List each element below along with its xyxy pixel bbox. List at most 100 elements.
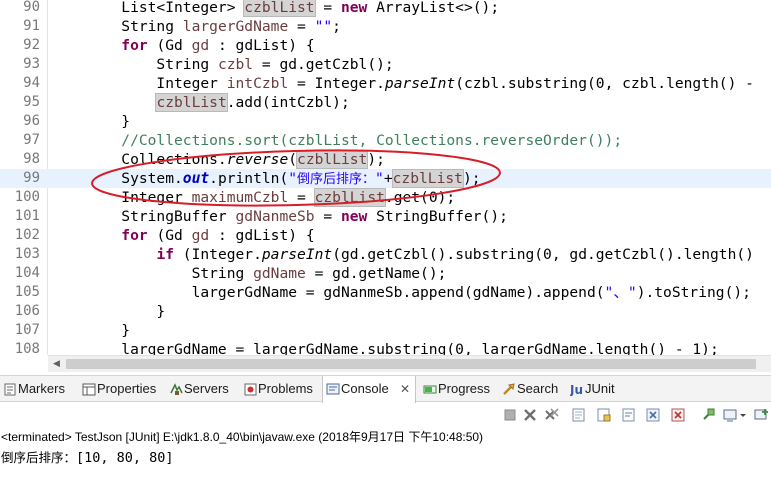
code-token: czblList <box>296 150 369 169</box>
code-line-text[interactable]: Collections.reverse(czblList); <box>51 150 385 169</box>
code-line[interactable]: 107 } <box>0 321 771 340</box>
code-token: Integer <box>51 75 227 92</box>
line-number: 90 <box>23 0 40 15</box>
scroll-left-arrow-icon[interactable]: ◀ <box>48 356 65 372</box>
code-line-text[interactable]: for (Gd gd : gdList) { <box>51 36 314 55</box>
tab-properties[interactable]: Properties <box>79 376 165 402</box>
code-editor[interactable]: 90 List<Integer> czblList = new ArrayLis… <box>0 0 771 355</box>
show-when-stdout-icon[interactable] <box>645 407 661 423</box>
problems-icon <box>244 383 257 396</box>
code-token: List<Integer> <box>51 0 245 16</box>
open-console-icon[interactable] <box>754 407 770 423</box>
code-line[interactable]: 108 largerGdName = largerGdName.substrin… <box>0 340 771 355</box>
code-token: (Gd <box>147 37 192 54</box>
code-line-text[interactable]: if (Integer.parseInt(gd.getCzbl().substr… <box>51 245 754 264</box>
code-token: String <box>51 56 218 73</box>
code-line-text[interactable]: } <box>51 321 130 340</box>
code-line[interactable]: 101 StringBuffer gdNanmeSb = new StringB… <box>0 207 771 226</box>
code-line[interactable]: 102 for (Gd gd : gdList) { <box>0 226 771 245</box>
code-line[interactable]: 90 List<Integer> czblList = new ArrayLis… <box>0 0 771 17</box>
code-line[interactable]: 97 //Collections.sort(czblList, Collecti… <box>0 131 771 150</box>
line-number: 91 <box>23 18 40 34</box>
line-number: 98 <box>23 151 40 167</box>
clear-console-icon[interactable] <box>571 407 587 423</box>
code-token: = Integer. <box>288 75 385 92</box>
code-line[interactable]: 96 } <box>0 112 771 131</box>
tab-search[interactable]: Search <box>499 376 565 402</box>
code-token: (Integer. <box>174 246 262 263</box>
code-line-text[interactable]: } <box>51 302 165 321</box>
line-number: 97 <box>23 132 40 148</box>
code-line[interactable]: 99 System.out.println("倒序后排序："+czblList)… <box>0 169 771 188</box>
tab-problems[interactable]: Problems <box>240 376 320 402</box>
tab-servers[interactable]: Servers <box>166 376 238 402</box>
tab-label: Console <box>341 381 389 396</box>
console-toolbar <box>0 403 771 427</box>
line-number: 100 <box>14 189 40 205</box>
markers-icon <box>4 383 16 396</box>
code-line-text[interactable]: Integer maximumCzbl = czblList.get(0); <box>51 188 455 207</box>
code-line-text[interactable]: String gdName = gd.getName(); <box>51 264 447 283</box>
code-token: = <box>288 18 315 35</box>
code-line[interactable]: 106 } <box>0 302 771 321</box>
code-line-text[interactable]: System.out.println("倒序后排序："+czblList); <box>51 169 481 189</box>
code-token: } <box>51 113 131 130</box>
code-line-text[interactable]: List<Integer> czblList = new ArrayList<>… <box>51 0 499 17</box>
code-line[interactable]: 92 for (Gd gd : gdList) { <box>0 36 771 55</box>
code-line-text[interactable]: StringBuffer gdNanmeSb = new StringBuffe… <box>51 207 508 226</box>
code-line[interactable]: 95 czblList.add(intCzbl); <box>0 93 771 112</box>
code-line-text[interactable]: largerGdName = gdNanmeSb.append(gdName).… <box>51 283 751 302</box>
code-line[interactable]: 100 Integer maximumCzbl = czblList.get(0… <box>0 188 771 207</box>
code-token: = <box>288 189 315 206</box>
code-line-text[interactable]: String largerGdName = ""; <box>51 17 341 36</box>
tab-progress[interactable]: Progress <box>420 376 496 402</box>
line-number: 94 <box>23 75 40 91</box>
tab-markers[interactable]: Markers <box>0 376 78 402</box>
code-line-text[interactable]: czblList.add(intCzbl); <box>51 93 350 112</box>
code-token: largerGdName = largerGdName.substring(0,… <box>51 341 719 355</box>
code-line-text[interactable]: largerGdName = largerGdName.substring(0,… <box>51 340 719 355</box>
code-token: String <box>51 265 254 282</box>
code-token: (Gd <box>147 227 192 244</box>
code-line[interactable]: 94 Integer intCzbl = Integer.parseInt(cz… <box>0 74 771 93</box>
code-line[interactable]: 91 String largerGdName = ""; <box>0 17 771 36</box>
tab-label: Progress <box>438 381 491 396</box>
code-line[interactable]: 103 if (Integer.parseInt(gd.getCzbl().su… <box>0 245 771 264</box>
code-line-text[interactable]: } <box>51 112 130 131</box>
display-console-dropdown-icon[interactable] <box>738 407 748 423</box>
tab-label: Markers <box>18 381 65 396</box>
code-line-text[interactable]: //Collections.sort(czblList, Collections… <box>51 131 622 150</box>
code-token: = gd.getName(); <box>305 265 447 282</box>
editor-horizontal-scrollbar[interactable]: ◀ <box>48 355 771 372</box>
code-line-text[interactable]: String czbl = gd.getCzbl(); <box>51 55 393 74</box>
remove-launch-icon[interactable] <box>522 407 538 423</box>
close-icon[interactable]: ✕ <box>400 376 410 402</box>
pin-console-icon[interactable] <box>700 407 716 423</box>
code-line[interactable]: 98 Collections.reverse(czblList); <box>0 150 771 169</box>
tab-junit[interactable]: Ju JUnit <box>567 376 627 402</box>
code-token: parseInt <box>261 246 333 263</box>
code-line[interactable]: 104 String gdName = gd.getName(); <box>0 264 771 283</box>
code-line[interactable]: 93 String czbl = gd.getCzbl(); <box>0 55 771 74</box>
code-token: //Collections.sort(czblList, Collections… <box>51 132 623 149</box>
terminate-icon[interactable] <box>502 407 518 423</box>
scroll-thumb[interactable] <box>66 359 756 369</box>
code-token: = <box>314 208 341 225</box>
code-token: reverse <box>226 151 289 168</box>
remove-all-terminated-icon[interactable] <box>544 407 560 423</box>
code-token: for <box>121 227 148 244</box>
show-when-stderr-icon[interactable] <box>670 407 686 423</box>
console-process-header: <terminated> TestJson [JUnit] E:\jdk1.8.… <box>1 430 484 444</box>
code-line-text[interactable]: Integer intCzbl = Integer.parseInt(czbl.… <box>51 74 754 93</box>
code-token: if <box>156 246 175 263</box>
console-output-line[interactable]: 倒序后排序：[10, 80, 80] <box>1 449 174 467</box>
code-lines[interactable]: 90 List<Integer> czblList = new ArrayLis… <box>0 0 771 355</box>
code-line[interactable]: 105 largerGdName = gdNanmeSb.append(gdNa… <box>0 283 771 302</box>
scroll-lock-icon[interactable] <box>596 407 612 423</box>
code-token: ( <box>288 151 298 168</box>
tab-console[interactable]: Console ✕ <box>322 376 416 403</box>
word-wrap-icon[interactable] <box>621 407 637 423</box>
display-selected-console-icon[interactable] <box>723 407 739 423</box>
code-line-text[interactable]: for (Gd gd : gdList) { <box>51 226 314 245</box>
